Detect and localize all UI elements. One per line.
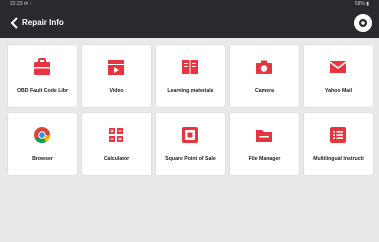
page-title: Repair Info — [22, 18, 64, 27]
tile-label: Video — [109, 88, 124, 94]
tile-obd-fault-code-library[interactable]: OBD Fault Code Libr — [8, 45, 77, 107]
tile-yahoo-mail[interactable]: Yahoo Mail — [304, 45, 373, 107]
tile-video[interactable]: Video — [82, 45, 151, 107]
camera-icon — [256, 60, 272, 74]
chrome-browser-icon — [34, 127, 50, 143]
app-grid: OBD Fault Code Libr Video Learning mater… — [8, 45, 374, 175]
tile-label: Calculator — [103, 156, 130, 162]
book-icon — [182, 60, 198, 74]
tile-camera[interactable]: Camera — [230, 45, 299, 107]
tile-label: Multilingual Instructi — [313, 156, 364, 162]
screenshot-button[interactable] — [354, 14, 372, 32]
list-document-icon — [330, 127, 346, 143]
video-clapper-icon — [108, 60, 124, 75]
tile-label: OBD Fault Code Libr — [16, 88, 68, 94]
folder-icon — [256, 130, 272, 142]
tile-file-manager[interactable]: File Manager — [230, 113, 299, 175]
app-window: 22:23 ✉ ↑ 58% ▮ Repair Info OBD Fault Co… — [0, 0, 379, 242]
tile-calculator[interactable]: Calculator — [82, 113, 151, 175]
tile-label: Camera — [254, 88, 275, 94]
title-bar: Repair Info — [0, 8, 379, 38]
tile-square-point-of-sale[interactable]: Square Point of Sale — [156, 113, 225, 175]
tile-browser[interactable]: Browser — [8, 113, 77, 175]
tile-label: Square Point of Sale — [165, 156, 216, 162]
tile-label: Learning materials — [167, 88, 214, 94]
camera-icon — [359, 19, 367, 27]
tile-label: Yahoo Mail — [324, 88, 353, 94]
status-battery: 58% ▮ — [354, 1, 369, 7]
status-time: 22:23 ✉ ↑ — [10, 1, 32, 7]
back-arrow-icon[interactable] — [8, 15, 22, 31]
tile-label: Browser — [32, 156, 53, 162]
tile-learning-materials[interactable]: Learning materials — [156, 45, 225, 107]
tile-label: File Manager — [248, 156, 281, 162]
calculator-icon — [109, 128, 123, 142]
toolbox-icon — [34, 58, 50, 75]
mail-icon — [329, 61, 347, 73]
tile-multilingual-instructions[interactable]: Multilingual Instructi — [304, 113, 373, 175]
status-bar: 22:23 ✉ ↑ 58% ▮ — [0, 0, 379, 8]
square-pos-icon — [182, 127, 198, 143]
